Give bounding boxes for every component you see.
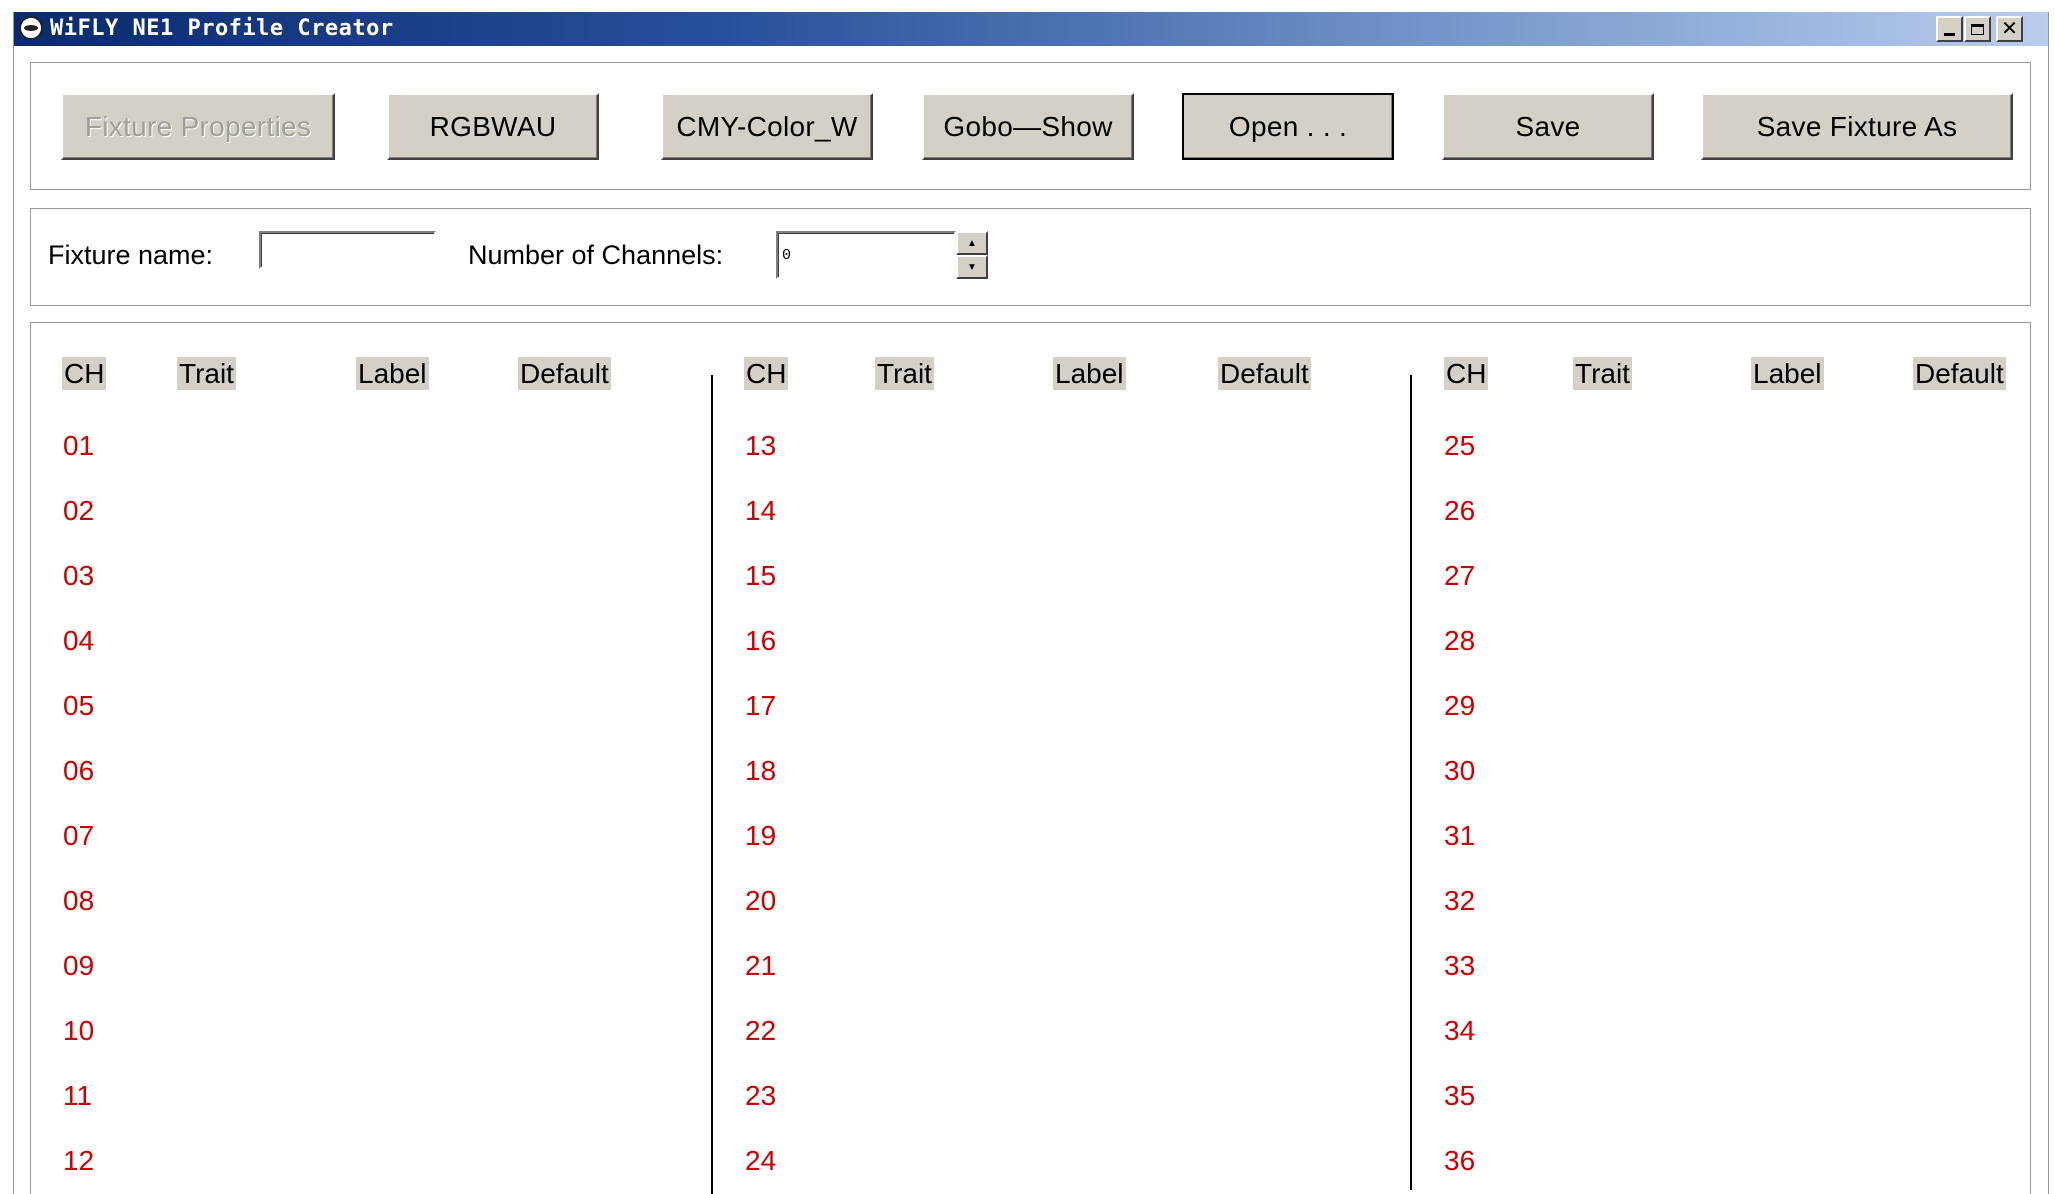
channel-number: 34 bbox=[1444, 1015, 1476, 1046]
channel-number: 18 bbox=[745, 755, 777, 786]
fixture-name-label: Fixture name: bbox=[48, 240, 214, 270]
arrow-up-icon: ▲ bbox=[967, 237, 977, 249]
header-label: Label bbox=[1053, 357, 1126, 390]
channel-number: 13 bbox=[745, 430, 777, 461]
fixture-fields-panel: Fixture name: Number of Channels: ▲ ▼ bbox=[30, 208, 2031, 306]
header-trait: Trait bbox=[875, 357, 934, 390]
channel-number: 16 bbox=[745, 625, 777, 656]
header-ch: CH bbox=[1444, 357, 1489, 390]
channel-number: 32 bbox=[1444, 885, 1476, 916]
channel-number: 01 bbox=[63, 430, 95, 461]
channel-number: 36 bbox=[1444, 1145, 1476, 1176]
channel-number: 26 bbox=[1444, 495, 1476, 526]
channel-number: 06 bbox=[63, 755, 95, 786]
toolbar-panel: Fixture Properties RGBWAU CMY-Color_W Go… bbox=[30, 62, 2031, 190]
close-icon: ✕ bbox=[2001, 18, 2018, 40]
minimize-button[interactable] bbox=[1936, 16, 1963, 42]
channel-number: 28 bbox=[1444, 625, 1476, 656]
save-button[interactable]: Save bbox=[1442, 93, 1654, 160]
header-label: Label bbox=[1751, 357, 1824, 390]
channel-number: 22 bbox=[745, 1015, 777, 1046]
arrow-down-icon: ▼ bbox=[967, 261, 977, 273]
rgbwau-button[interactable]: RGBWAU bbox=[387, 93, 599, 160]
channel-number: 24 bbox=[745, 1145, 777, 1176]
channel-number: 14 bbox=[745, 495, 777, 526]
channels-label: Number of Channels: bbox=[468, 240, 724, 270]
maximize-button[interactable] bbox=[1964, 16, 1991, 42]
fixture-properties-button[interactable]: Fixture Properties bbox=[61, 93, 335, 160]
channel-number: 10 bbox=[63, 1015, 95, 1046]
channel-number: 02 bbox=[63, 495, 95, 526]
channel-number: 31 bbox=[1444, 820, 1476, 851]
cmy-color-w-button[interactable]: CMY-Color_W bbox=[661, 93, 873, 160]
channel-number: 12 bbox=[63, 1145, 95, 1176]
maximize-icon bbox=[1971, 23, 1984, 35]
close-button[interactable]: ✕ bbox=[1996, 16, 2023, 42]
header-default: Default bbox=[518, 357, 611, 390]
channel-number: 07 bbox=[63, 820, 95, 851]
channel-number: 05 bbox=[63, 690, 95, 721]
stepper-down-button[interactable]: ▼ bbox=[956, 255, 988, 279]
channel-number: 21 bbox=[745, 950, 777, 981]
header-default: Default bbox=[1218, 357, 1311, 390]
fixture-name-input[interactable] bbox=[259, 231, 436, 269]
header-label: Label bbox=[356, 357, 429, 390]
app-logo-icon[interactable] bbox=[19, 16, 43, 40]
open-button[interactable]: Open . . . bbox=[1182, 93, 1394, 160]
header-trait: Trait bbox=[1573, 357, 1632, 390]
channels-input[interactable] bbox=[776, 231, 956, 279]
channel-number: 25 bbox=[1444, 430, 1476, 461]
column-divider bbox=[711, 375, 713, 1194]
channel-number: 19 bbox=[745, 820, 777, 851]
channel-number: 30 bbox=[1444, 755, 1476, 786]
window-title: WiFLY NE1 Profile Creator bbox=[50, 16, 394, 41]
channel-number: 17 bbox=[745, 690, 777, 721]
channel-number: 08 bbox=[63, 885, 95, 916]
channel-number: 23 bbox=[745, 1080, 777, 1111]
column-divider bbox=[1410, 375, 1412, 1190]
channel-grid-panel: CH Trait Label Default CH Trait Label De… bbox=[30, 322, 2031, 1194]
channel-number: 35 bbox=[1444, 1080, 1476, 1111]
channel-number: 09 bbox=[63, 950, 95, 981]
channel-number: 20 bbox=[745, 885, 777, 916]
channel-number: 29 bbox=[1444, 690, 1476, 721]
header-ch: CH bbox=[62, 357, 107, 390]
save-fixture-as-button[interactable]: Save Fixture As bbox=[1701, 93, 2013, 160]
channel-number: 33 bbox=[1444, 950, 1476, 981]
channel-number: 11 bbox=[63, 1080, 93, 1111]
channels-stepper[interactable]: ▲ ▼ bbox=[956, 231, 988, 279]
gobo-show-button[interactable]: Gobo—Show bbox=[922, 93, 1134, 160]
stepper-up-button[interactable]: ▲ bbox=[956, 231, 988, 255]
header-ch: CH bbox=[744, 357, 789, 390]
app-window: WiFLY NE1 Profile Creator ✕ Fixture Prop… bbox=[13, 12, 2049, 1194]
channel-number: 15 bbox=[745, 560, 777, 591]
channel-number: 03 bbox=[63, 560, 95, 591]
header-default: Default bbox=[1913, 357, 2006, 390]
title-bar[interactable]: WiFLY NE1 Profile Creator ✕ bbox=[14, 12, 2048, 46]
channel-number: 27 bbox=[1444, 560, 1476, 591]
minimize-icon bbox=[1944, 32, 1955, 36]
header-trait: Trait bbox=[177, 357, 236, 390]
channel-number: 04 bbox=[63, 625, 95, 656]
